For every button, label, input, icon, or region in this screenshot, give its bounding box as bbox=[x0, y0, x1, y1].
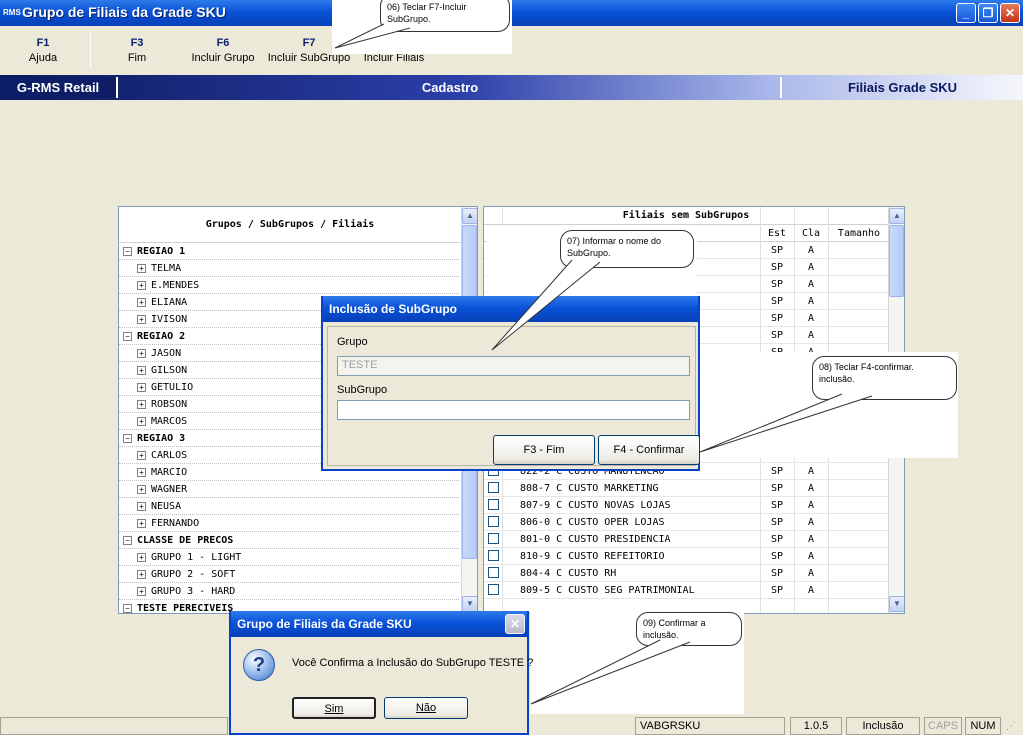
status-mode: Inclusão bbox=[846, 717, 920, 735]
status-left bbox=[0, 717, 228, 735]
callout-pointers bbox=[334, 23, 873, 705]
status-num: NUM bbox=[965, 717, 1001, 735]
status-version: 1.0.5 bbox=[790, 717, 842, 735]
resize-grip-icon[interactable]: ⋰ bbox=[1006, 719, 1021, 734]
status-caps: CAPS bbox=[924, 717, 962, 735]
status-program: VABGRSKU bbox=[635, 717, 785, 735]
